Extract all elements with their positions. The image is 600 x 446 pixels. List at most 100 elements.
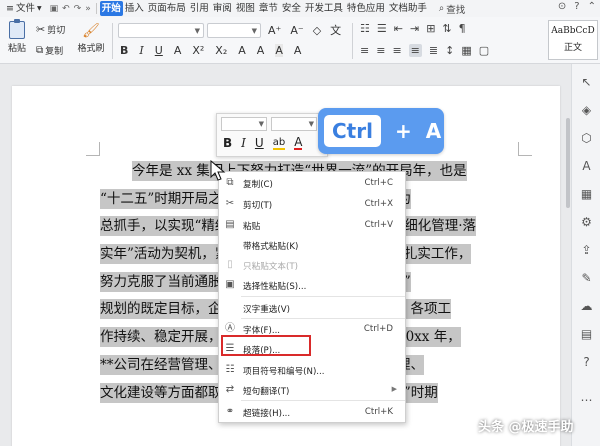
format-painter-button[interactable]: 🖌 格式刷 — [74, 21, 108, 54]
context-menu: ⧉ 复制(C) Ctrl+C ✂ 剪切(T) Ctrl+X ▤ 粘贴 Ctrl+… — [218, 171, 406, 423]
tab-section[interactable]: 章节 — [257, 1, 280, 16]
tab-developer[interactable]: 开发工具 — [303, 1, 345, 16]
file-menu[interactable]: ≡ 文件 ▼ — [4, 1, 48, 16]
shapes-icon[interactable]: ◈ — [580, 104, 593, 117]
menu-divider — [241, 296, 405, 297]
style-gallery-normal[interactable]: AaBbCcD 正文 — [548, 20, 598, 60]
styles-icon[interactable]: A — [580, 160, 593, 173]
sort-icon[interactable]: ⇅ — [442, 22, 451, 35]
bold-icon[interactable]: B — [120, 44, 128, 57]
menu-item-copy[interactable]: ⧉ 复制(C) Ctrl+C — [219, 173, 405, 193]
highlight-icon[interactable]: ab — [272, 137, 286, 150]
numbering-icon[interactable]: ☰ — [377, 22, 387, 35]
share-icon[interactable]: ⇪ — [580, 244, 593, 257]
mouse-cursor-icon — [210, 160, 226, 181]
char-border-icon[interactable]: A — [294, 44, 302, 57]
vertical-scrollbar[interactable] — [566, 118, 570, 208]
pointer-icon[interactable]: ↖ — [580, 76, 593, 89]
document-icon[interactable]: ▤ — [580, 328, 593, 341]
font-tools-row2: B I U A X² X₂ A A A A — [120, 44, 301, 57]
borders-icon[interactable]: ▢ — [479, 44, 489, 57]
search-box[interactable]: ⌕ 查找 — [439, 2, 465, 16]
open-icon[interactable]: ▣ — [48, 4, 61, 14]
tab-features[interactable]: 特色应用 — [345, 1, 387, 16]
menu-item-shortcut: Ctrl+K — [364, 407, 393, 417]
edit-icon[interactable]: ✎ — [580, 272, 593, 285]
underline-icon[interactable]: U — [155, 44, 163, 57]
tab-view[interactable]: 视图 — [234, 1, 257, 16]
line-spacing-icon[interactable]: ↕ — [445, 44, 454, 57]
a-key: A — [425, 119, 442, 143]
grow-font-icon[interactable]: A⁺ — [268, 24, 281, 37]
menu-item-translate[interactable]: ⇄ 短句翻译(T) ▶ — [219, 380, 405, 400]
help-icon[interactable]: ? — [574, 1, 579, 12]
copy-button[interactable]: ⧉ 复制 — [36, 44, 63, 57]
align-right-icon[interactable]: ≡ — [392, 44, 401, 57]
undo-icon[interactable]: ↶ — [60, 4, 72, 14]
highlight-icon[interactable]: A — [238, 44, 246, 57]
search-label: 查找 — [446, 4, 466, 16]
cut-button[interactable]: ✂ 剪切 — [36, 23, 65, 36]
tab-insert[interactable]: 插入 — [123, 1, 146, 16]
align-left-icon[interactable]: ≡ — [360, 44, 369, 57]
justify-icon[interactable]: ≡ — [408, 44, 422, 57]
mini-font-size-combo[interactable]: ▼ — [271, 117, 317, 131]
subscript-icon[interactable]: X₂ — [215, 44, 227, 57]
menu-item-paste-special[interactable]: ▣ 选择性粘贴(S)... — [219, 275, 405, 295]
ribbon-home: 粘贴 ✂ 剪切 ⧉ 复制 🖌 格式刷 ▼ ▼ A⁺ A⁻ ◇ 文 B I U A… — [0, 17, 600, 64]
bold-icon[interactable]: B — [223, 136, 232, 150]
menu-item-label: 只粘贴文本(T) — [243, 262, 298, 272]
help-icon[interactable]: ? — [580, 356, 593, 369]
tab-review[interactable]: 审阅 — [211, 1, 234, 16]
divider — [112, 23, 113, 59]
show-marks-icon[interactable]: ¶ — [459, 22, 466, 35]
format-painter-label: 格式刷 — [77, 44, 105, 54]
decrease-indent-icon[interactable]: ⇤ — [394, 22, 403, 35]
shrink-font-icon[interactable]: A⁻ — [290, 24, 303, 37]
increase-indent-icon[interactable]: ⇥ — [410, 22, 419, 35]
clear-format-icon[interactable]: ◇ — [313, 24, 321, 37]
share-icon[interactable]: ⊙ — [558, 1, 566, 12]
bullets-icon[interactable]: ☷ — [360, 22, 370, 35]
tag-icon[interactable]: ⬡ — [580, 132, 593, 145]
more-icon[interactable]: » — [83, 4, 93, 14]
text-effect-icon[interactable]: A — [257, 44, 265, 57]
menu-item-label: 粘贴 — [243, 222, 261, 232]
tab-page-layout[interactable]: 页面布局 — [146, 1, 188, 16]
paste-button[interactable]: 粘贴 — [6, 19, 28, 54]
menu-item-paste-with-format[interactable]: 带格式粘贴(K) — [219, 235, 405, 255]
more-options-icon[interactable]: ⋯ — [580, 394, 593, 407]
font-size-combo[interactable]: ▼ — [207, 23, 261, 38]
mini-font-name-combo[interactable]: ▼ — [221, 117, 267, 131]
tab-references[interactable]: 引用 — [188, 1, 211, 16]
tab-home[interactable]: 开始 — [99, 1, 123, 16]
menu-item-bullets-numbering[interactable]: ☷ 项目符号和编号(N)... — [219, 360, 405, 380]
backup-icon[interactable]: ☁ — [580, 300, 593, 313]
font-color-icon[interactable]: A — [174, 44, 182, 57]
phonetic-icon[interactable]: 文 — [330, 22, 341, 38]
tab-doc-assistant[interactable]: 文档助手 — [387, 1, 429, 16]
collapse-icon[interactable]: ⌃ — [588, 1, 596, 12]
style-preview: AaBbCcD — [551, 26, 595, 36]
layout-icon[interactable]: ▦ — [580, 188, 593, 201]
menu-item-reselect-hanzi[interactable]: 汉字重选(V) — [219, 298, 405, 318]
settings-icon[interactable]: ⚙ — [580, 216, 593, 229]
menu-item-hyperlink[interactable]: ⚭ 超链接(H)... Ctrl+K — [219, 402, 405, 422]
italic-icon[interactable]: I — [139, 44, 143, 57]
font-color-icon[interactable]: A — [294, 136, 303, 150]
tab-security[interactable]: 安全 — [280, 1, 303, 16]
italic-icon[interactable]: I — [241, 136, 246, 150]
watermark: 头条 @极速手助 — [478, 416, 574, 435]
strikethrough-icon[interactable]: X² — [192, 44, 204, 57]
redo-icon[interactable]: ↷ — [72, 4, 84, 14]
highlight-box-paragraph — [221, 335, 311, 356]
shading-icon[interactable]: ▦ — [461, 44, 471, 57]
align-center-icon[interactable]: ≡ — [376, 44, 385, 57]
underline-icon[interactable]: U — [255, 136, 264, 150]
font-name-combo[interactable]: ▼ — [118, 23, 204, 38]
chinese-layout-icon[interactable]: ⊞ — [426, 22, 435, 35]
distribute-icon[interactable]: ≣ — [429, 44, 438, 57]
menu-item-cut[interactable]: ✂ 剪切(T) Ctrl+X — [219, 194, 405, 214]
menu-item-paste[interactable]: ▤ 粘贴 Ctrl+V — [219, 215, 405, 235]
char-shading-icon[interactable]: A — [275, 44, 283, 57]
